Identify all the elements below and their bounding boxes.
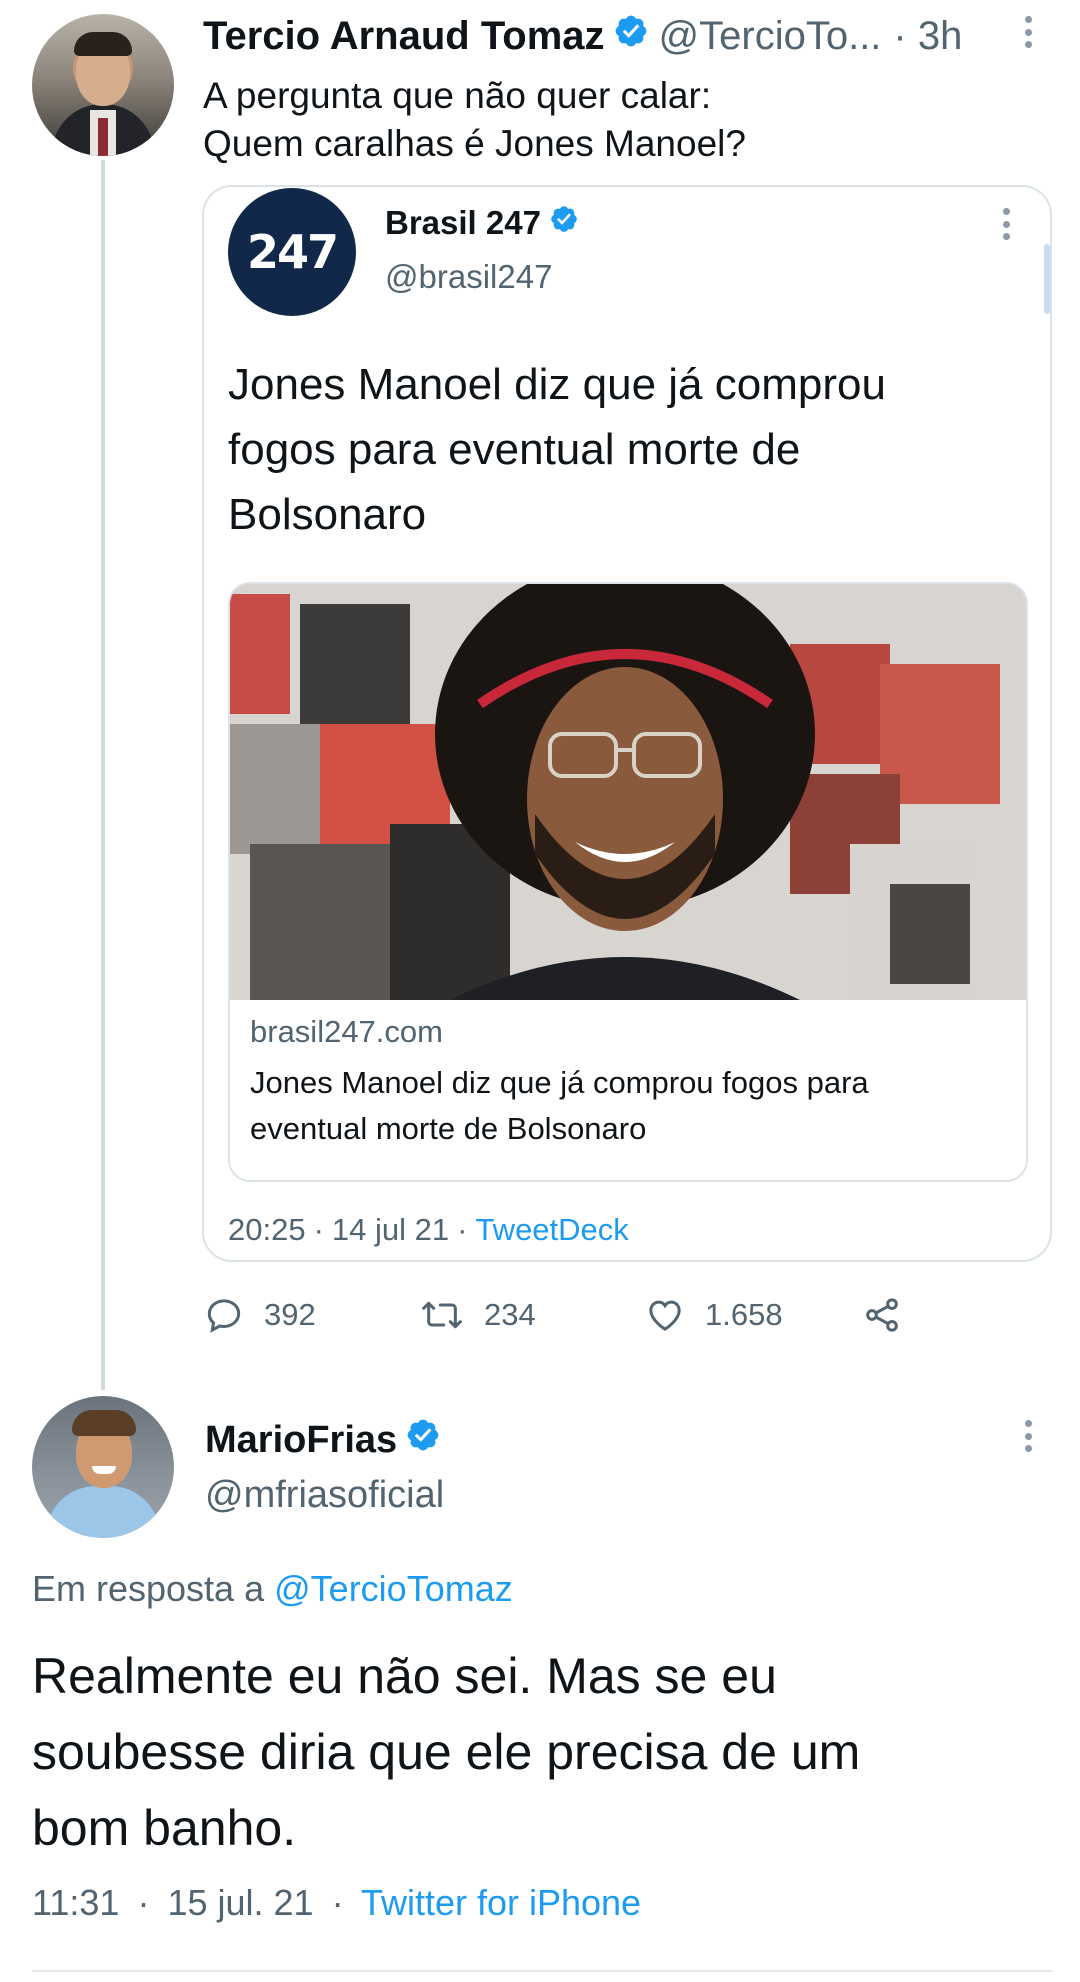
retweet-count: 234 xyxy=(484,1297,536,1332)
avatar-shirt xyxy=(46,1486,160,1538)
more-vertical-icon[interactable] xyxy=(1025,1420,1033,1452)
avatar-mariofrias[interactable] xyxy=(32,1396,174,1538)
quote-author-name[interactable]: Brasil 247 xyxy=(385,204,541,242)
verified-badge-icon xyxy=(405,1417,441,1463)
quote-date: 14 jul 21 xyxy=(331,1212,450,1247)
tweet-author-row: Tercio Arnaud Tomaz @TercioTo... · 3h xyxy=(203,8,1063,64)
link-preview-domain: brasil247.com xyxy=(250,1014,443,1049)
scrollbar[interactable] xyxy=(1044,244,1050,314)
reply-author-name[interactable]: MarioFrias xyxy=(205,1419,397,1462)
reply-author-handle[interactable]: @mfriasoficial xyxy=(205,1474,444,1517)
quote-time: 20:25 xyxy=(228,1212,306,1247)
tweet-text-line: Quem caralhas é Jones Manoel? xyxy=(203,123,746,164)
tweet-author-name[interactable]: Tercio Arnaud Tomaz xyxy=(203,8,605,64)
reply-button[interactable]: 392 xyxy=(204,1290,316,1340)
meta-separator: · xyxy=(457,1212,468,1247)
meta-separator: · xyxy=(313,1212,324,1247)
thread-connector-line xyxy=(101,160,105,1390)
share-icon xyxy=(866,1298,898,1332)
avatar-tie xyxy=(98,118,108,156)
divider xyxy=(32,1970,1052,1972)
avatar-hair xyxy=(72,1410,136,1436)
replying-to-prefix: Em resposta a xyxy=(32,1568,265,1609)
link-preview-title-line: Jones Manoel diz que já comprou fogos pa… xyxy=(250,1065,869,1100)
tweet-text: A pergunta que não quer calar: Quem cara… xyxy=(203,72,1043,168)
reply-date: 15 jul. 21 xyxy=(167,1882,314,1923)
brasil247-logo-text: 247 xyxy=(246,225,339,279)
reply-text-line: bom banho. xyxy=(32,1800,297,1856)
quote-author-row: Brasil 247 xyxy=(385,198,589,248)
meta-separator: · xyxy=(137,1882,150,1923)
link-preview-image[interactable] xyxy=(230,584,1026,1000)
link-preview-title-line: eventual morte de Bolsonaro xyxy=(250,1111,647,1146)
tweet-author-handle[interactable]: @TercioTo... xyxy=(659,8,882,64)
retweet-icon xyxy=(422,1301,462,1329)
heart-icon xyxy=(649,1300,681,1331)
tweet-text-line: A pergunta que não quer calar: xyxy=(203,75,712,116)
reply-text-line: Realmente eu não sei. Mas se eu xyxy=(32,1648,777,1704)
replying-to-mention[interactable]: @TercioTomaz xyxy=(274,1568,513,1609)
quote-headline-line: fogos para eventual morte de xyxy=(228,425,801,474)
reply-author-row: MarioFrias xyxy=(205,1410,451,1470)
more-vertical-icon[interactable] xyxy=(1003,208,1011,240)
retweet-button[interactable]: 234 xyxy=(420,1290,536,1340)
avatar-hair xyxy=(74,32,132,56)
reply-text-line: soubesse diria que ele precisa de um xyxy=(32,1724,861,1780)
share-button[interactable] xyxy=(862,1290,922,1340)
verified-badge-icon xyxy=(549,204,579,242)
link-preview-title: Jones Manoel diz que já comprou fogos pa… xyxy=(250,1060,1010,1152)
quote-meta: 20:25 · 14 jul 21 · TweetDeck xyxy=(228,1208,629,1252)
reply-icon xyxy=(207,1299,241,1333)
quote-headline-line: Jones Manoel diz que já comprou xyxy=(228,360,886,409)
reply-count: 392 xyxy=(264,1297,316,1332)
more-vertical-icon[interactable] xyxy=(1025,16,1033,48)
avatar-tercio[interactable] xyxy=(32,14,174,156)
reply-time: 11:31 xyxy=(32,1882,120,1923)
meta-separator: · xyxy=(331,1882,344,1923)
reply-text: Realmente eu não sei. Mas se eu soubesse… xyxy=(32,1638,1052,1866)
replying-to: Em resposta a @TercioTomaz xyxy=(32,1568,513,1610)
reply-source-link[interactable]: Twitter for iPhone xyxy=(361,1882,641,1923)
like-button[interactable]: 1.658 xyxy=(645,1290,783,1340)
quote-headline: Jones Manoel diz que já comprou fogos pa… xyxy=(228,352,1028,547)
reply-meta: 11:31 · 15 jul. 21 · Twitter for iPhone xyxy=(32,1882,641,1924)
quote-source-link[interactable]: TweetDeck xyxy=(475,1212,628,1248)
quote-author-handle[interactable]: @brasil247 xyxy=(385,258,552,296)
like-count: 1.658 xyxy=(705,1297,783,1332)
link-preview-card[interactable]: brasil247.com Jones Manoel diz que já co… xyxy=(228,582,1028,1182)
quote-headline-line: Bolsonaro xyxy=(228,490,427,539)
verified-badge-icon xyxy=(613,8,649,64)
tweet-time[interactable]: · 3h xyxy=(893,8,962,64)
avatar-brasil247[interactable]: 247 xyxy=(228,188,356,316)
